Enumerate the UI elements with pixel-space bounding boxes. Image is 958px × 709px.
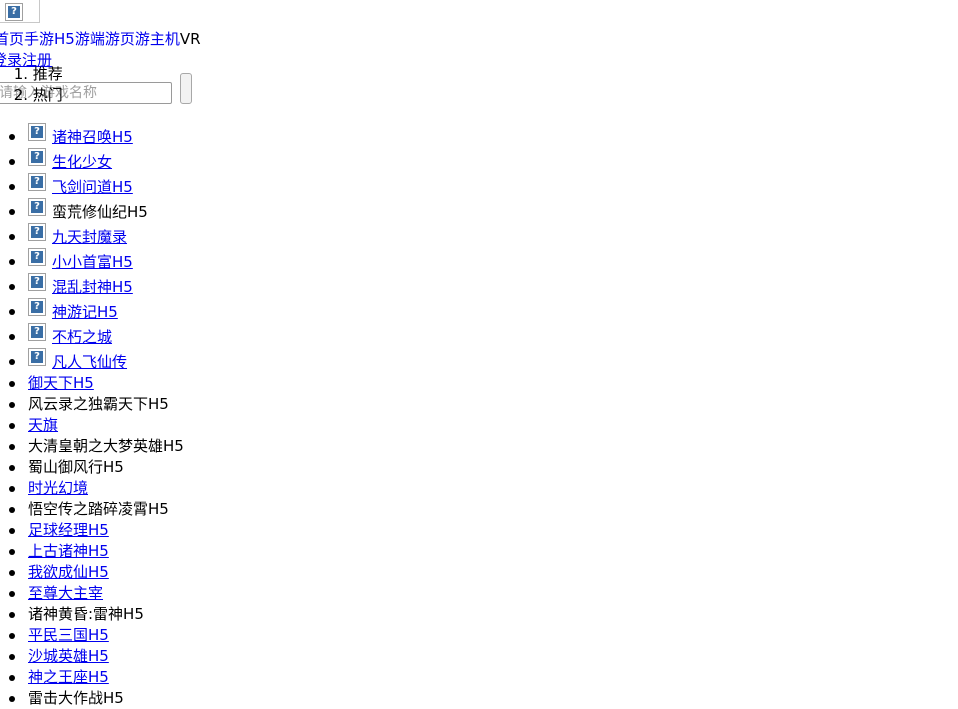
game-link[interactable]: 九天封魔录	[52, 227, 127, 247]
game-link[interactable]: 不朽之城	[52, 327, 112, 347]
game-name: 诸神黄昏:雷神H5	[28, 605, 144, 623]
game-link[interactable]: 飞剑问道H5	[52, 177, 133, 197]
game-name: 大清皇朝之大梦英雄H5	[28, 437, 184, 455]
nav-item-console[interactable]: 主机	[150, 30, 180, 48]
game-link[interactable]: 平民三国H5	[28, 625, 109, 646]
broken-image-icon[interactable]: ?	[28, 298, 46, 316]
tab-list: 1. 推荐 2. 热门	[0, 64, 63, 106]
broken-image-icon[interactable]: ?	[28, 198, 46, 216]
broken-image-icon[interactable]: ?	[28, 123, 46, 141]
game-link[interactable]: 时光幻境	[28, 478, 88, 499]
broken-image-icon[interactable]: ?	[28, 173, 46, 191]
broken-image-icon[interactable]: ?	[28, 273, 46, 291]
game-name: 蜀山御风行H5	[28, 458, 124, 476]
broken-image-icon[interactable]: ?	[28, 348, 46, 366]
game-link[interactable]: 足球经理H5	[28, 520, 109, 541]
game-link[interactable]: 我欲成仙H5	[28, 562, 109, 583]
game-link[interactable]: 御天下H5	[28, 373, 94, 394]
site-logo[interactable]: ?	[0, 0, 40, 23]
nav-item-home[interactable]: 首页	[0, 30, 24, 48]
game-link[interactable]: 混乱封神H5	[52, 277, 133, 297]
game-link[interactable]: 生化少女	[52, 152, 112, 172]
nav-item-h5[interactable]: H5游	[54, 30, 90, 48]
broken-image-icon[interactable]: ?	[28, 248, 46, 266]
game-link[interactable]: 凡人飞仙传	[52, 352, 127, 372]
game-link[interactable]: 上古诸神H5	[28, 541, 109, 562]
game-name: 雷击大作战H5	[28, 689, 124, 707]
broken-image-icon[interactable]: ?	[28, 323, 46, 341]
nav-item-pc[interactable]: 端游	[90, 30, 120, 48]
broken-image-icon: ?	[5, 3, 23, 21]
broken-image-icon[interactable]: ?	[28, 148, 46, 166]
game-name: 风云录之独霸天下H5	[28, 395, 169, 413]
game-link[interactable]: 神游记H5	[52, 302, 118, 322]
nav-item-mobile[interactable]: 手游	[24, 30, 54, 48]
game-link[interactable]: 神之王座H5	[28, 667, 109, 688]
search-button[interactable]	[180, 73, 192, 104]
top-nav: 首页手游H5游端游页游主机VR	[0, 29, 201, 49]
game-link[interactable]: 诸神召唤H5	[52, 127, 133, 147]
game-link[interactable]: 沙城英雄H5	[28, 646, 109, 667]
nav-item-vr: VR	[179, 30, 201, 48]
tab-hot[interactable]: 2. 热门	[0, 85, 63, 106]
tab-recommend[interactable]: 1. 推荐	[0, 64, 63, 85]
game-link[interactable]: 至尊大主宰	[28, 583, 103, 604]
broken-image-icon[interactable]: ?	[28, 223, 46, 241]
nav-item-web[interactable]: 页游	[120, 30, 150, 48]
game-link[interactable]: 小小首富H5	[52, 252, 133, 272]
game-name: 悟空传之踏碎凌霄H5	[28, 500, 169, 518]
game-name: 蛮荒修仙纪H5	[52, 203, 148, 221]
game-link[interactable]: 天旗	[28, 415, 58, 436]
